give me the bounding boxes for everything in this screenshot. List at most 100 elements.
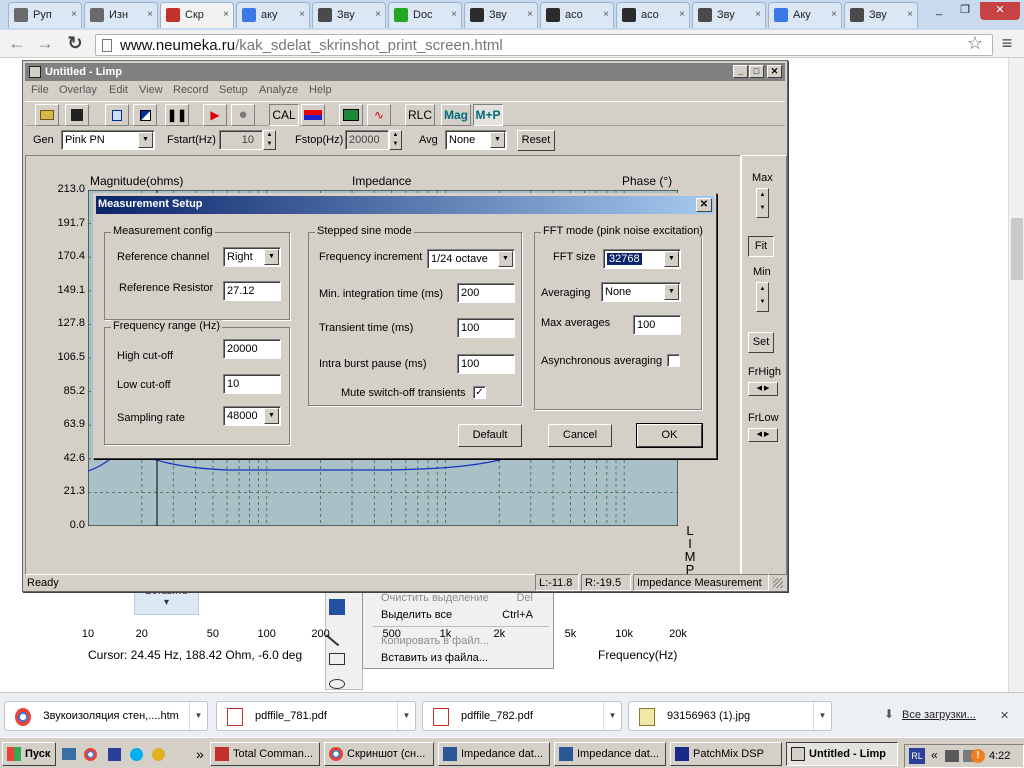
- transient-time-input[interactable]: 100: [457, 318, 515, 338]
- menu-record[interactable]: Record: [173, 84, 208, 96]
- chart-view-icon[interactable]: [339, 104, 363, 126]
- play-icon[interactable]: ▶: [203, 104, 227, 126]
- download-item[interactable]: Звукоизоляция стен,....htm ▼: [4, 701, 208, 731]
- reset-button[interactable]: Reset: [517, 130, 555, 151]
- menu-edit[interactable]: Edit: [109, 84, 128, 96]
- fstop-spinner[interactable]: ▲ ▼: [389, 130, 402, 150]
- browser-tab[interactable]: Зву ×: [844, 2, 918, 28]
- max-spinner[interactable]: ▲ ▼: [756, 188, 769, 218]
- taskbar-impedance-doc-1[interactable]: Impedance dat...: [438, 742, 550, 766]
- menu-overlay[interactable]: Overlay: [59, 84, 97, 96]
- cancel-button[interactable]: Cancel: [548, 424, 612, 447]
- fft-size-select[interactable]: 32768 ▼: [603, 249, 681, 269]
- tab-close-icon[interactable]: ×: [299, 9, 305, 20]
- tab-close-icon[interactable]: ×: [603, 9, 609, 20]
- ellipse-tool-icon[interactable]: [329, 679, 345, 689]
- tray-expand-chevron[interactable]: «: [931, 748, 938, 762]
- browser-menu-icon[interactable]: ≡: [996, 34, 1018, 54]
- intra-burst-pause-input[interactable]: 100: [457, 354, 515, 374]
- menu-file[interactable]: File: [31, 84, 49, 96]
- limp-close-button[interactable]: ✕: [767, 65, 782, 78]
- taskbar-chrome[interactable]: Скриншот (сн...: [324, 742, 434, 766]
- sampling-rate-select[interactable]: 48000 ▼: [223, 406, 281, 426]
- browser-minimize-button[interactable]: _: [926, 2, 952, 20]
- taskbar-patchmix[interactable]: PatchMix DSP: [670, 742, 782, 766]
- browser-tab[interactable]: Скр ×: [160, 2, 234, 28]
- forward-arrow-icon[interactable]: →: [34, 34, 56, 54]
- reload-icon[interactable]: ↻: [64, 34, 86, 54]
- dialog-title-bar[interactable]: Measurement Setup ✕: [96, 196, 714, 214]
- default-button[interactable]: Default: [458, 424, 522, 447]
- tab-close-icon[interactable]: ×: [527, 9, 533, 20]
- fstart-spinner[interactable]: ▲ ▼: [263, 130, 276, 150]
- menu-item-clear-selection[interactable]: Очистить выделение: [381, 592, 489, 604]
- menu-help[interactable]: Help: [309, 84, 332, 96]
- waveform-icon[interactable]: ∿: [367, 104, 391, 126]
- clock-icon[interactable]: [152, 748, 165, 761]
- skype-icon[interactable]: [130, 748, 143, 761]
- mute-transients-checkbox[interactable]: ✓: [473, 386, 486, 399]
- menu-item-select-all[interactable]: Выделить все: [381, 609, 452, 621]
- min-integration-input[interactable]: 200: [457, 283, 515, 303]
- start-button[interactable]: Пуск: [2, 742, 56, 766]
- scrollbar-thumb[interactable]: [1011, 218, 1023, 280]
- back-arrow-icon[interactable]: ←: [6, 34, 28, 54]
- fstop-input[interactable]: 20000: [345, 130, 389, 150]
- browser-restore-button[interactable]: ❐: [952, 2, 978, 20]
- limp-maximize-button[interactable]: □: [749, 65, 764, 78]
- avg-select[interactable]: None ▼: [445, 130, 507, 150]
- menu-setup[interactable]: Setup: [219, 84, 248, 96]
- resize-grip-icon[interactable]: [773, 578, 783, 588]
- browser-tab[interactable]: Зву ×: [464, 2, 538, 28]
- network-icon[interactable]: [945, 750, 959, 762]
- mag-button[interactable]: Mag: [441, 104, 471, 126]
- taskbar-total-commander[interactable]: Total Comman...: [210, 742, 320, 766]
- stop-record-icon[interactable]: ●: [231, 104, 255, 126]
- browser-tab[interactable]: Doc ×: [388, 2, 462, 28]
- browser-tab[interactable]: Изн ×: [84, 2, 158, 28]
- max-averages-input[interactable]: 100: [633, 315, 681, 335]
- tab-close-icon[interactable]: ×: [907, 9, 913, 20]
- copy-icon[interactable]: [105, 104, 129, 126]
- pause-icon[interactable]: ❚❚: [165, 104, 189, 126]
- address-bar[interactable]: www.neumeka.ru/kak_sdelat_skrinshot_prin…: [95, 34, 993, 56]
- color-scheme-icon[interactable]: [301, 104, 325, 126]
- download-item[interactable]: pdffile_782.pdf ▼: [422, 701, 622, 731]
- magnitude-phase-button[interactable]: M+P: [473, 104, 503, 126]
- fit-button[interactable]: Fit: [748, 236, 774, 257]
- invert-icon[interactable]: [133, 104, 157, 126]
- browser-tab[interactable]: Зву ×: [692, 2, 766, 28]
- min-spinner[interactable]: ▲ ▼: [756, 282, 769, 312]
- browser-tab[interactable]: aco ×: [616, 2, 690, 28]
- frequency-increment-select[interactable]: 1/24 octave ▼: [427, 249, 515, 269]
- page-scrollbar[interactable]: [1008, 58, 1024, 692]
- browser-tab[interactable]: аку ×: [236, 2, 310, 28]
- ok-button[interactable]: OK: [636, 423, 703, 448]
- menu-view[interactable]: View: [139, 84, 163, 96]
- fstart-input[interactable]: 10: [219, 130, 263, 150]
- quicklaunch-chevron[interactable]: »: [196, 746, 204, 762]
- menu-analyze[interactable]: Analyze: [259, 84, 298, 96]
- floppy-icon[interactable]: [108, 748, 121, 761]
- browser-tab[interactable]: aco ×: [540, 2, 614, 28]
- averaging-select[interactable]: None ▼: [601, 282, 681, 302]
- tab-close-icon[interactable]: ×: [223, 9, 229, 20]
- tab-close-icon[interactable]: ×: [147, 9, 153, 20]
- all-downloads-link[interactable]: Все загрузки...: [902, 709, 976, 721]
- tab-close-icon[interactable]: ×: [755, 9, 761, 20]
- limp-minimize-button[interactable]: _: [733, 65, 748, 78]
- frlow-spinner[interactable]: ◀ ▶: [748, 428, 778, 442]
- taskbar-limp[interactable]: Untitled - Limp: [786, 742, 898, 766]
- save-disk-icon[interactable]: [65, 104, 89, 126]
- tab-close-icon[interactable]: ×: [71, 9, 77, 20]
- alert-icon[interactable]: !: [971, 749, 985, 763]
- bookmark-star-icon[interactable]: ☆: [964, 34, 986, 54]
- menu-item-paste-from-file[interactable]: Вставить из файла...: [381, 652, 488, 664]
- close-download-bar-button[interactable]: ✕: [1000, 709, 1009, 722]
- low-cutoff-input[interactable]: 10: [223, 374, 281, 394]
- high-cutoff-input[interactable]: 20000: [223, 339, 281, 359]
- browser-close-button[interactable]: ✕: [980, 2, 1020, 20]
- fill-bucket-icon[interactable]: [329, 599, 345, 615]
- rectangle-tool-icon[interactable]: [329, 653, 345, 665]
- tab-close-icon[interactable]: ×: [451, 9, 457, 20]
